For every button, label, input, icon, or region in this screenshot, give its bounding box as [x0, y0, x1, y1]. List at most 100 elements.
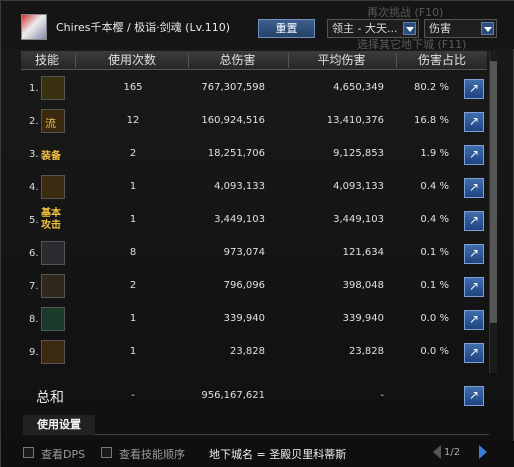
- total-damage-cell: 4,093,133: [214, 181, 265, 192]
- export-button[interactable]: [464, 310, 484, 330]
- row-index: 5.: [29, 215, 39, 226]
- column-header-uses: 使用次数: [107, 53, 156, 67]
- table-row[interactable]: 3. 装备 2 18,251,706 9,125,853 1.9 %: [21, 137, 487, 170]
- export-button[interactable]: [464, 145, 484, 165]
- skill-flame-icon: [41, 340, 65, 364]
- chevron-down-icon: [403, 22, 416, 35]
- column-header-skill: 技能: [34, 53, 59, 67]
- reset-button[interactable]: 重置: [258, 19, 315, 38]
- pct-cell: 0.4 %: [420, 214, 449, 225]
- export-button[interactable]: [464, 112, 484, 132]
- background-retry-text: 再次挑战 (F10): [367, 6, 444, 19]
- export-button[interactable]: [464, 79, 484, 99]
- total-damage-cell: 796,096: [223, 280, 265, 291]
- check-order-checkbox[interactable]: [101, 447, 112, 458]
- avg-damage-cell: 4,093,133: [333, 181, 384, 192]
- uses-cell: 2: [129, 148, 137, 159]
- row-index: 6.: [29, 248, 39, 259]
- background-select-dungeon-text: 选择其它地下城 (F11): [357, 38, 467, 51]
- skill-slash-icon: [41, 76, 65, 100]
- scrollbar-thumb[interactable]: [490, 61, 497, 323]
- pct-cell: 0.1 %: [420, 247, 449, 258]
- avg-damage-cell: 398,048: [342, 280, 384, 291]
- avg-damage-cell: 4,650,349: [333, 82, 384, 93]
- table-row[interactable]: 2. 流 12 160,924,516 13,410,376 16.8 %: [21, 104, 487, 137]
- row-index: 2.: [29, 116, 39, 127]
- total-row: 总和 - 956,167,621 -: [21, 383, 487, 409]
- pct-cell: 80.2 %: [414, 82, 449, 93]
- export-button[interactable]: [464, 211, 484, 231]
- skill-basic-attack-label: 基本攻击: [41, 208, 61, 231]
- metric-select[interactable]: 伤害: [424, 19, 497, 38]
- next-page-icon[interactable]: [479, 445, 487, 459]
- table-header: 技能 使用次数 总伤害 平均伤害 伤害占比: [21, 51, 487, 70]
- total-label: 总和: [36, 390, 64, 406]
- uses-cell: 8: [129, 247, 137, 258]
- pct-cell: 0.4 %: [420, 181, 449, 192]
- total-damage-cell: 973,074: [223, 247, 265, 258]
- dps-window: Chires千本樱 / 极诣·剑魂 (Lv.110) 重置 再次挑战 (F10)…: [0, 0, 514, 467]
- total-uses-cell: -: [131, 390, 135, 401]
- skill-glyph: 流: [45, 117, 56, 130]
- total-damage-cell: 160,924,516: [201, 115, 265, 126]
- damage-table: 技能 使用次数 总伤害 平均伤害 伤害占比 1. 165 767,307,598…: [21, 51, 487, 381]
- skill-green-slash-icon: [41, 307, 65, 331]
- total-damage-sum: 956,167,621: [201, 390, 265, 401]
- table-row[interactable]: 4. 1 4,093,133 4,093,133 0.4 %: [21, 170, 487, 203]
- character-title: Chires千本樱 / 极诣·剑魂 (Lv.110): [56, 21, 231, 34]
- check-dps-label: 查看DPS: [41, 448, 86, 461]
- avg-damage-cell: 23,828: [349, 346, 384, 357]
- uses-cell: 1: [129, 313, 137, 324]
- metric-select-value: 伤害: [429, 22, 451, 35]
- uses-cell: 1: [129, 181, 137, 192]
- skill-equipment-label: 装备: [41, 151, 61, 162]
- table-row[interactable]: 5. 基本攻击 1 3,449,103 3,449,103 0.4 %: [21, 203, 487, 236]
- check-dps-checkbox[interactable]: [23, 447, 34, 458]
- export-total-button[interactable]: [464, 386, 484, 406]
- total-damage-cell: 23,828: [230, 346, 265, 357]
- skill-burst-icon: [41, 241, 65, 265]
- row-index: 4.: [29, 182, 39, 193]
- table-row[interactable]: 9. 1 23,828 23,828 0.0 %: [21, 335, 487, 368]
- skill-arrow-icon: [41, 175, 65, 199]
- table-row[interactable]: 8. 1 339,940 339,940 0.0 %: [21, 302, 487, 335]
- settings-divider: [95, 434, 489, 435]
- column-header-pct: 伤害占比: [417, 53, 466, 67]
- total-damage-cell: 3,449,103: [214, 214, 265, 225]
- export-button[interactable]: [464, 343, 484, 363]
- table-row[interactable]: 7. 2 796,096 398,048 0.1 %: [21, 269, 487, 302]
- avg-damage-cell: 9,125,853: [333, 148, 384, 159]
- prev-page-icon[interactable]: [433, 445, 441, 459]
- row-index: 7.: [29, 281, 39, 292]
- export-button[interactable]: [464, 178, 484, 198]
- uses-cell: 1: [129, 346, 137, 357]
- character-avatar: [21, 14, 47, 40]
- skill-flow-icon: 流: [41, 109, 65, 133]
- tab-settings[interactable]: 使用设置: [23, 415, 95, 435]
- column-header-avg: 平均伤害: [317, 53, 366, 67]
- pct-cell: 1.9 %: [420, 148, 449, 159]
- column-header-total: 总伤害: [219, 53, 256, 67]
- avg-damage-cell: 121,634: [342, 247, 384, 258]
- uses-cell: 2: [129, 280, 137, 291]
- row-index: 8.: [29, 314, 39, 325]
- table-row[interactable]: 1. 165 767,307,598 4,650,349 80.2 %: [21, 71, 487, 104]
- avg-damage-cell: 13,410,376: [326, 115, 384, 126]
- export-button[interactable]: [464, 277, 484, 297]
- check-order-label: 查看技能顺序: [119, 448, 185, 461]
- skill-wave-icon: [41, 274, 65, 298]
- row-index: 1.: [29, 83, 39, 94]
- table-scrollbar[interactable]: [489, 51, 497, 373]
- total-damage-cell: 18,251,706: [207, 148, 265, 159]
- table-row[interactable]: 6. 8 973,074 121,634 0.1 %: [21, 236, 487, 269]
- uses-cell: 12: [126, 115, 140, 126]
- chevron-down-icon: [481, 22, 494, 35]
- target-select-value: 领主 - 大天...: [332, 22, 398, 35]
- avg-damage-cell: 3,449,103: [333, 214, 384, 225]
- target-select[interactable]: 领主 - 大天...: [327, 19, 419, 38]
- uses-cell: 165: [123, 82, 143, 93]
- dungeon-name: 地下城名 = 圣殿贝里科蒂斯: [209, 448, 347, 461]
- row-index: 3.: [29, 149, 39, 160]
- export-button[interactable]: [464, 244, 484, 264]
- pct-cell: 16.8 %: [414, 115, 449, 126]
